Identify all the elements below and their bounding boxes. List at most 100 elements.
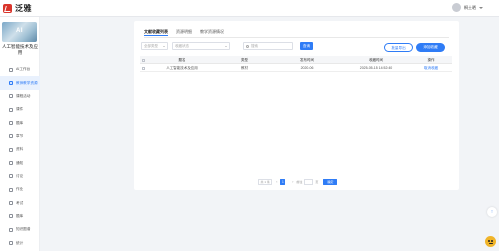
user-name: 桐土晒 xyxy=(464,4,476,10)
statistics-icon xyxy=(9,241,13,246)
status-select[interactable]: 收藏状态 xyxy=(172,42,230,50)
notice-icon xyxy=(9,161,13,166)
back-to-top-button[interactable]: ↑ xyxy=(487,207,497,217)
cancel-favorite-link[interactable]: 取消收藏 xyxy=(410,64,452,71)
chevron-down-icon xyxy=(225,46,227,47)
tab-bar: 文献收藏列表 资源明细 教学资源情况 xyxy=(144,27,232,36)
sidebar: AI 人工智能技术及应用 AI工作台 教师教学资源 课程活动 课件 题库 章节 … xyxy=(0,17,40,251)
sidebar-item-label: 考试 xyxy=(16,200,24,205)
goto-label: 前往 xyxy=(296,180,303,184)
sidebar-item-knowledge-graph[interactable]: 知识图谱 xyxy=(0,223,40,236)
sidebar-item-teaching-resources[interactable]: 教师教学资源 xyxy=(0,76,40,90)
materials-icon xyxy=(9,147,13,152)
folder-icon xyxy=(9,81,13,86)
course-title: 人工智能技术及应用 xyxy=(2,44,38,55)
sidebar-item-ai-workbench[interactable]: AI工作台 xyxy=(0,63,40,76)
sidebar-item-homework[interactable]: 作业 xyxy=(0,183,40,196)
next-page-button[interactable]: › xyxy=(290,179,295,185)
pagination: 共 1 条 ‹ 1 › 前往 页 确定 xyxy=(258,179,338,185)
column-header-title[interactable]: 题名 xyxy=(147,56,217,63)
sidebar-item-label: 课程活动 xyxy=(16,93,31,98)
bank-icon xyxy=(9,214,13,219)
batch-export-button[interactable]: 批量导出 xyxy=(384,43,413,52)
sidebar-item-label: 作业 xyxy=(16,187,24,192)
sidebar-item-label: 章节 xyxy=(16,133,24,138)
prev-page-button[interactable]: ‹ xyxy=(274,179,279,185)
sidebar-item-label: 统计 xyxy=(16,240,24,245)
sidebar-item-label: 教师教学资源 xyxy=(16,80,38,85)
column-header-action: 操作 xyxy=(427,58,435,62)
question-bank-icon xyxy=(9,121,13,126)
discussion-icon xyxy=(9,174,13,179)
ai-icon xyxy=(9,67,13,72)
courseware-icon xyxy=(9,107,13,112)
sidebar-item-label: 题库 xyxy=(16,213,24,218)
favorites-table: 题名 类型 发布时间 收藏时间 操作 人工智能技术及应用 教材 2020-06 … xyxy=(140,56,452,72)
tab-favorites-list[interactable]: 文献收藏列表 xyxy=(144,27,168,36)
column-header-collect-time[interactable]: 收藏时间 xyxy=(342,56,410,63)
sidebar-item-statistics[interactable]: 统计 xyxy=(0,236,40,249)
bot-mouth-icon xyxy=(488,243,493,244)
arrow-up-icon: ↑ xyxy=(490,209,494,215)
table-row: 人工智能技术及应用 教材 2020-06 2025-05-15 14:52:40… xyxy=(140,64,452,72)
tab-teaching-resources[interactable]: 教学资源情况 xyxy=(200,27,224,36)
sidebar-item-discussion[interactable]: 讨论 xyxy=(0,170,40,183)
sidebar-nav: AI工作台 教师教学资源 课程活动 课件 题库 章节 资料 通知 讨论 作业 考… xyxy=(0,63,40,250)
column-header-publish-time[interactable]: 发布时间 xyxy=(272,56,342,63)
cell-type: 教材 xyxy=(241,66,248,70)
sidebar-item-label: 通知 xyxy=(16,160,24,165)
add-favorite-button[interactable]: 添加收藏 xyxy=(416,43,445,52)
sidebar-item-chapters[interactable]: 章节 xyxy=(0,130,40,143)
bot-eye-icon xyxy=(491,240,493,242)
activity-icon xyxy=(9,94,13,99)
cell-collect-time: 2025-05-15 14:52:40 xyxy=(359,66,393,70)
exam-icon xyxy=(9,201,13,206)
sidebar-item-exam[interactable]: 考试 xyxy=(0,196,40,209)
query-button[interactable]: 查询 xyxy=(300,42,313,50)
user-menu[interactable]: 桐土晒 xyxy=(452,3,483,12)
logo-text: 泛雅 xyxy=(15,4,32,13)
type-select-value: 全部类型 xyxy=(144,44,158,48)
tab-divider xyxy=(144,36,449,37)
cell-publish-time: 2020-06 xyxy=(300,66,314,70)
bot-eye-icon xyxy=(488,240,490,242)
main-card: 文献收藏列表 资源明细 教学资源情况 全部类型 收藏状态 搜索 查询 批量导出 … xyxy=(134,21,459,190)
page-unit-label: 页 xyxy=(315,180,319,184)
table-header: 题名 类型 发布时间 收藏时间 操作 xyxy=(140,56,452,64)
search-input[interactable]: 搜索 xyxy=(243,42,293,50)
search-icon xyxy=(246,45,249,48)
graph-icon xyxy=(9,227,13,232)
sidebar-item-label: 讨论 xyxy=(16,173,24,178)
cover-text: AI xyxy=(16,28,23,34)
total-count: 共 1 条 xyxy=(258,179,273,185)
row-checkbox-cell xyxy=(140,64,147,71)
sidebar-item-course-activity[interactable]: 课程活动 xyxy=(0,90,40,103)
sidebar-item-question-bank[interactable]: 题库 xyxy=(0,116,40,129)
tab-resource-details[interactable]: 资源明细 xyxy=(176,27,192,36)
sidebar-item-label: 课件 xyxy=(16,107,24,112)
page-jump-input[interactable] xyxy=(304,179,314,185)
logo-icon xyxy=(3,4,12,13)
assistant-bot-button[interactable] xyxy=(485,236,496,247)
sidebar-item-label: 知识图谱 xyxy=(16,227,31,232)
type-select[interactable]: 全部类型 xyxy=(141,42,168,50)
sidebar-item-notices[interactable]: 通知 xyxy=(0,156,40,169)
confirm-page-button[interactable]: 确定 xyxy=(323,179,338,185)
chapter-icon xyxy=(9,134,13,139)
sidebar-item-label: AI工作台 xyxy=(16,67,31,72)
select-all-checkbox[interactable] xyxy=(142,58,145,62)
sidebar-item-courseware[interactable]: 课件 xyxy=(0,103,40,116)
chevron-down-icon xyxy=(163,46,165,47)
sidebar-item-label: 资料 xyxy=(16,147,24,152)
cell-title[interactable]: 人工智能技术及应用 xyxy=(147,64,217,71)
sidebar-item-materials[interactable]: 资料 xyxy=(0,143,40,156)
sidebar-item-bank[interactable]: 题库 xyxy=(0,210,40,223)
search-placeholder: 搜索 xyxy=(251,44,258,48)
page-number-current[interactable]: 1 xyxy=(280,179,286,185)
row-checkbox[interactable] xyxy=(142,66,145,70)
course-cover-image[interactable]: AI xyxy=(2,22,37,42)
avatar[interactable] xyxy=(452,3,461,12)
status-select-value: 收藏状态 xyxy=(175,44,189,48)
column-header-type[interactable]: 类型 xyxy=(217,56,272,63)
app-logo[interactable]: 泛雅 xyxy=(3,3,32,14)
